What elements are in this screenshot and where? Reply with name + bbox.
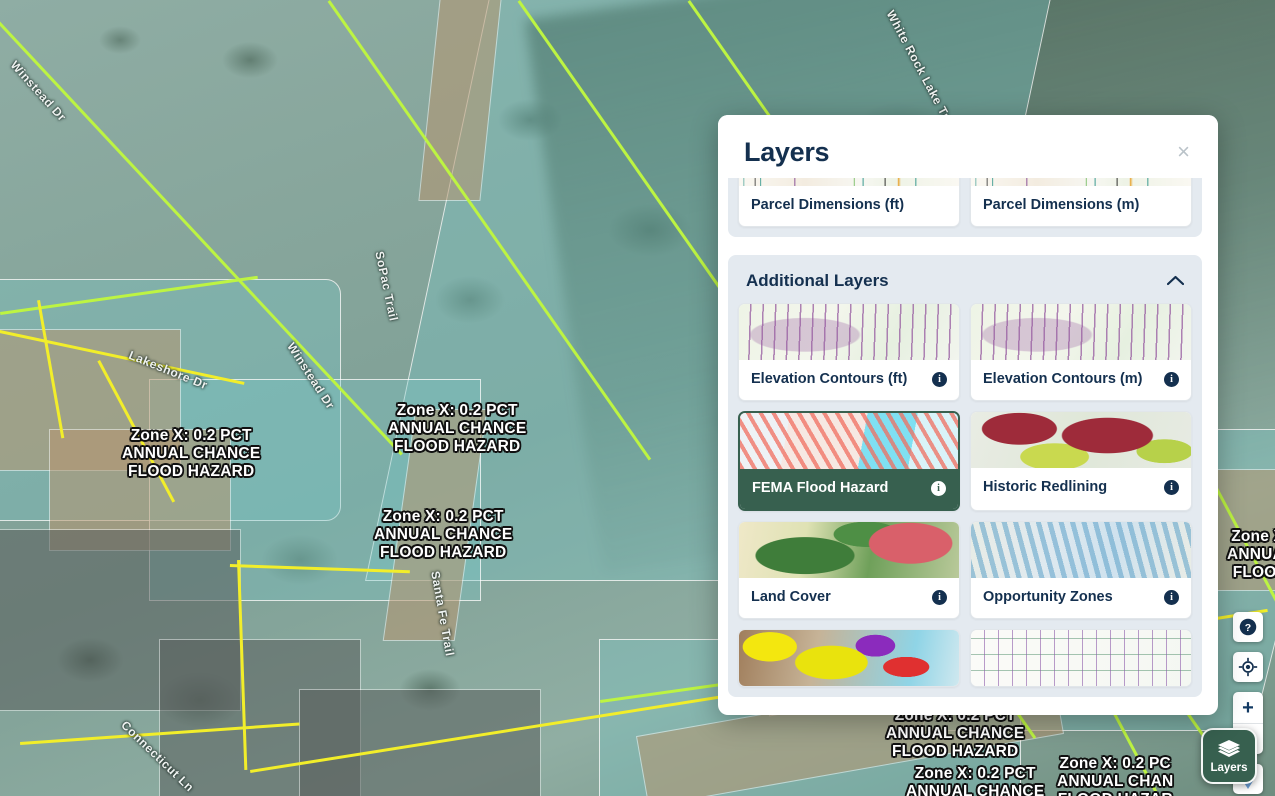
locate-icon — [1238, 657, 1258, 677]
layer-card[interactable]: FEMA Flood Hazard i — [738, 411, 960, 511]
info-icon[interactable]: i — [1164, 479, 1179, 495]
additional-layers-group: Additional Layers Elevation Contours (ft)… — [728, 255, 1202, 697]
group-header[interactable]: Additional Layers — [738, 265, 1192, 303]
layers-panel[interactable]: Layers × Parcel Dimensions (ft) Parcel Di… — [718, 115, 1218, 715]
layer-card-grid: Parcel Dimensions (ft) Parcel Dimensions … — [738, 178, 1192, 227]
layer-thumbnail — [971, 178, 1191, 186]
layer-card-footer: FEMA Flood Hazard i — [740, 469, 958, 509]
help-icon: ? — [1239, 618, 1257, 636]
layer-card-label: Historic Redlining — [983, 479, 1108, 495]
info-icon[interactable]: i — [932, 371, 947, 387]
svg-text:?: ? — [1245, 622, 1251, 634]
info-icon[interactable]: i — [931, 480, 946, 496]
layer-card-label: Land Cover — [751, 589, 831, 605]
layers-scroll-area[interactable]: Parcel Dimensions (ft) Parcel Dimensions … — [718, 178, 1218, 715]
layer-thumbnail — [739, 630, 959, 686]
layer-card[interactable] — [970, 629, 1192, 687]
layer-thumbnail — [971, 522, 1191, 578]
layer-card[interactable]: Land Cover i — [738, 521, 960, 619]
group-title: Additional Layers — [746, 271, 889, 290]
info-icon[interactable]: i — [1164, 589, 1179, 605]
layers-fab-button[interactable]: Layers — [1201, 728, 1257, 784]
layer-card-footer: Opportunity Zones i — [971, 578, 1191, 618]
page-title: Layers — [744, 137, 830, 167]
layer-card-footer: Elevation Contours (m) i — [971, 360, 1191, 400]
layers-icon — [1218, 739, 1240, 757]
layer-card[interactable] — [738, 629, 960, 687]
layer-card[interactable]: Elevation Contours (ft) i — [738, 303, 960, 401]
layer-card-label: FEMA Flood Hazard — [752, 480, 889, 496]
layer-card-footer: Parcel Dimensions (m) — [971, 186, 1191, 226]
layer-thumbnail — [971, 412, 1191, 468]
info-icon[interactable]: i — [932, 589, 947, 605]
locate-button[interactable] — [1233, 652, 1263, 682]
layer-card-grid: Elevation Contours (ft) i Elevation Contou… — [738, 303, 1192, 687]
layer-card-label: Elevation Contours (m) — [983, 371, 1143, 387]
layer-thumbnail — [971, 630, 1191, 686]
chevron-up-icon[interactable] — [1166, 274, 1185, 288]
layer-card-footer: Elevation Contours (ft) i — [739, 360, 959, 400]
close-icon[interactable]: × — [1175, 137, 1192, 167]
panel-header: Layers × — [718, 115, 1218, 178]
layer-card[interactable]: Parcel Dimensions (ft) — [738, 178, 960, 227]
map-canvas[interactable]: Zone X: 0.2 PCT ANNUAL CHANCE FLOOD HAZA… — [0, 0, 1275, 796]
layer-card[interactable]: Historic Redlining i — [970, 411, 1192, 511]
layers-fab-label: Layers — [1210, 761, 1248, 774]
layer-card-label: Parcel Dimensions (ft) — [751, 197, 905, 213]
layer-thumbnail — [740, 413, 958, 469]
layer-thumbnail — [739, 304, 959, 360]
layer-card[interactable]: Opportunity Zones i — [970, 521, 1192, 619]
help-button[interactable]: ? — [1233, 612, 1263, 642]
layer-card[interactable]: Parcel Dimensions (m) — [970, 178, 1192, 227]
layer-thumbnail — [739, 522, 959, 578]
layer-card-label: Opportunity Zones — [983, 589, 1113, 605]
layer-card-footer: Historic Redlining i — [971, 468, 1191, 508]
layer-thumbnail — [971, 304, 1191, 360]
layer-card-footer: Parcel Dimensions (ft) — [739, 186, 959, 226]
zoom-in-button[interactable]: + — [1233, 692, 1263, 723]
layer-card-footer: Land Cover i — [739, 578, 959, 618]
layer-thumbnail — [739, 178, 959, 186]
layer-card-label: Parcel Dimensions (m) — [983, 197, 1140, 213]
layer-card[interactable]: Elevation Contours (m) i — [970, 303, 1192, 401]
parcel-dimensions-group: Parcel Dimensions (ft) Parcel Dimensions … — [728, 178, 1202, 237]
info-icon[interactable]: i — [1164, 371, 1179, 387]
layer-card-label: Elevation Contours (ft) — [751, 371, 908, 387]
